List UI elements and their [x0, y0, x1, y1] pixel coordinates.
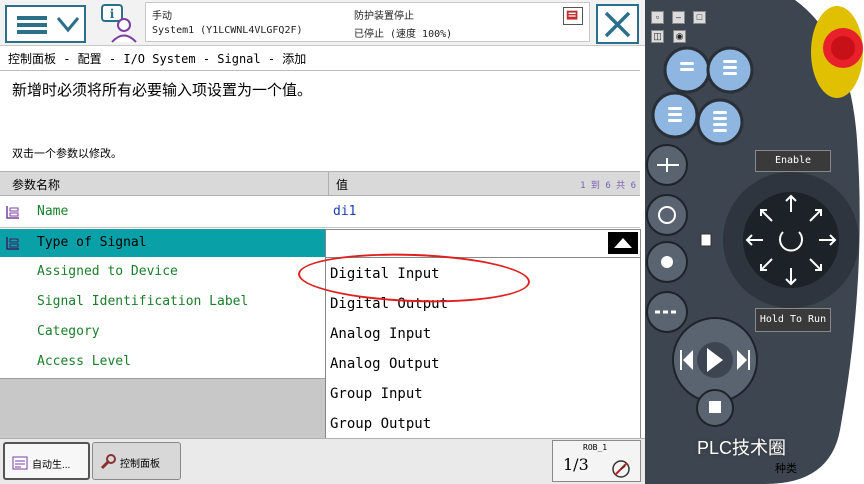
- wrench-icon: [100, 454, 116, 470]
- row-divider: [0, 227, 640, 228]
- maximize-icon[interactable]: □: [693, 11, 706, 24]
- parameter-name: Type of Signal: [37, 235, 147, 250]
- page-info: 1 到 6 共 6: [580, 181, 636, 191]
- task-button-autoproduce[interactable]: 自动生...: [3, 442, 90, 480]
- task-fraction: 1/3: [563, 455, 589, 474]
- system-name: System1 (Y1LCWNL4VLGFQ2F): [152, 25, 303, 36]
- watermark: PLC技术圈: [697, 438, 787, 458]
- dropdown-option[interactable]: Analog Input: [330, 326, 431, 342]
- task-button-control-panel[interactable]: 控制面板: [92, 442, 181, 480]
- enable-device-button[interactable]: Enable: [755, 150, 831, 172]
- task-label: 控制面板: [120, 459, 160, 470]
- close-icon: [604, 11, 631, 38]
- kind-label: 种类: [775, 463, 797, 475]
- hint-text: 双击一个参数以修改。: [12, 148, 122, 160]
- tool-status-icon: [563, 7, 583, 25]
- dropdown-option[interactable]: Group Output: [330, 416, 431, 432]
- parameter-name: Signal Identification Label: [37, 294, 249, 309]
- table-row[interactable]: Name di1: [0, 198, 640, 226]
- column-header-name: 参数名称: [12, 178, 61, 192]
- parameter-name: Assigned to Device: [37, 264, 178, 279]
- column-divider: [328, 172, 329, 196]
- collapse-button[interactable]: [608, 232, 638, 254]
- breadcrumb: 控制面板 - 配置 - I/O System - Signal - 添加: [8, 52, 307, 66]
- status-panel: 手动 System1 (Y1LCWNL4VLGFQ2F) 防护装置停止 已停止 …: [145, 2, 590, 42]
- flexpendant-screen: i 手动 System1 (Y1LCWNL4VLGFQ2F) 防护装置停止 已停…: [0, 0, 645, 484]
- hamburger-icon: [17, 16, 47, 34]
- parameter-value: di1: [333, 204, 357, 219]
- instruction-text: 新增时必须将所有必要输入项设置为一个值。: [12, 82, 313, 99]
- guard-stop-status: 防护装置停止: [354, 11, 414, 22]
- parameter-icon: [6, 206, 19, 219]
- camera-icon[interactable]: ◉: [673, 30, 686, 43]
- task-label: 自动生...: [32, 460, 71, 471]
- dropdown-option[interactable]: Group Input: [330, 386, 423, 402]
- main-menu-button[interactable]: [5, 5, 86, 43]
- pendant-body-graphic: [645, 0, 863, 484]
- empty-list-area: [0, 378, 325, 438]
- svg-text:i: i: [110, 7, 115, 21]
- taskbar: 自动生... 控制面板: [0, 438, 645, 484]
- minimize-icon[interactable]: –: [672, 11, 685, 24]
- close-button[interactable]: [596, 4, 639, 44]
- parameter-name: Name: [37, 204, 69, 219]
- table-row[interactable]: Assigned to Device: [0, 258, 300, 286]
- chevron-down-icon: [56, 17, 80, 33]
- motor-state: 已停止 (速度 100%): [354, 29, 453, 40]
- quickset-button[interactable]: ROB_1 1/3: [552, 440, 641, 482]
- dropdown-option[interactable]: Analog Output: [330, 356, 440, 372]
- operating-mode: 手动: [152, 11, 172, 22]
- hold-to-run-button[interactable]: Hold To Run: [755, 308, 831, 332]
- divider: [0, 70, 640, 71]
- pendant-hardware: ▫ – □ ◫ ◉ Enable Hold To Run PLC技术圈 种类: [645, 0, 864, 484]
- config-icon[interactable]: ◫: [651, 30, 664, 43]
- event-log-icon[interactable]: i: [96, 3, 140, 43]
- window-icon[interactable]: ▫: [651, 11, 664, 24]
- table-row-selected[interactable]: Type of Signal: [0, 229, 325, 257]
- speed-gauge-icon: [612, 460, 630, 478]
- table-header: 参数名称 值 1 到 6 共 6: [0, 171, 640, 196]
- production-window-icon: [12, 456, 28, 470]
- table-row[interactable]: Category: [0, 318, 300, 346]
- column-header-value: 值: [336, 178, 349, 192]
- table-row[interactable]: Signal Identification Label: [0, 288, 300, 316]
- table-row[interactable]: Access Level: [0, 348, 300, 376]
- robot-label: ROB_1: [583, 443, 608, 452]
- parameter-name: Category: [37, 324, 100, 339]
- triangle-up-icon: [614, 238, 632, 248]
- parameter-name: Access Level: [37, 354, 131, 369]
- parameter-icon: [6, 237, 19, 250]
- top-bar: i 手动 System1 (Y1LCWNL4VLGFQ2F) 防护装置停止 已停…: [0, 0, 645, 46]
